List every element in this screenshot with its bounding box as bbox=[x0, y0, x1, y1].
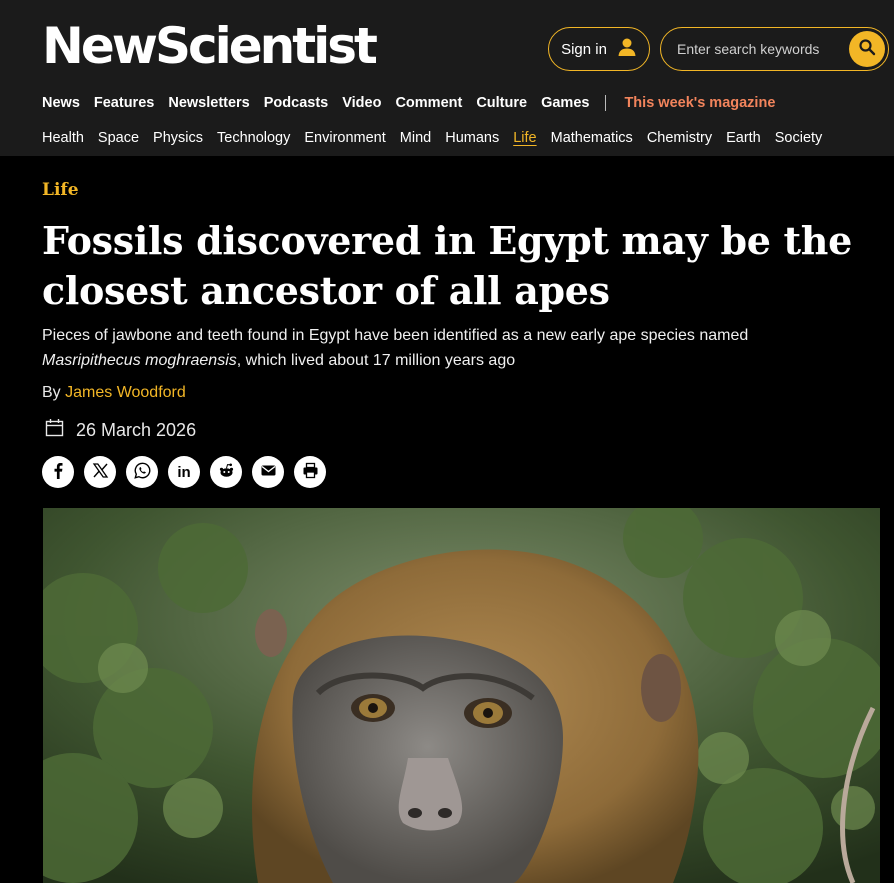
article-standfirst: Pieces of jawbone and teeth found in Egy… bbox=[42, 323, 822, 373]
site-logo[interactable]: NewScientist bbox=[42, 14, 378, 78]
share-email-button[interactable] bbox=[252, 456, 284, 488]
calendar-icon bbox=[45, 418, 64, 442]
share-reddit-button[interactable] bbox=[210, 456, 242, 488]
reddit-icon bbox=[218, 462, 235, 482]
date-text: 26 March 2026 bbox=[76, 419, 197, 440]
nav-news[interactable]: News bbox=[42, 95, 80, 111]
hero-image-ape-illustration bbox=[43, 508, 880, 883]
signin-button[interactable]: Sign in bbox=[548, 27, 650, 71]
nav-features[interactable]: Features bbox=[94, 95, 154, 111]
topic-earth[interactable]: Earth bbox=[726, 130, 761, 146]
topics-nav: Health Space Physics Technology Environm… bbox=[42, 130, 836, 146]
share-x-button[interactable] bbox=[84, 456, 116, 488]
facebook-icon bbox=[50, 462, 67, 482]
publish-date: 26 March 2026 bbox=[45, 418, 196, 442]
print-icon bbox=[302, 462, 319, 482]
topic-humans[interactable]: Humans bbox=[445, 130, 499, 146]
share-facebook-button[interactable] bbox=[42, 456, 74, 488]
byline: By James Woodford bbox=[42, 384, 186, 402]
nav-games[interactable]: Games bbox=[541, 95, 589, 111]
search-icon bbox=[858, 38, 876, 61]
topic-physics[interactable]: Physics bbox=[153, 130, 203, 146]
section-kicker[interactable]: Life bbox=[42, 180, 79, 200]
topic-mind[interactable]: Mind bbox=[400, 130, 431, 146]
share-linkedin-button[interactable]: in bbox=[168, 456, 200, 488]
article-headline: Fossils discovered in Egypt may be the c… bbox=[42, 218, 852, 313]
topic-health[interactable]: Health bbox=[42, 130, 84, 146]
topic-life[interactable]: Life bbox=[513, 130, 536, 146]
search-box bbox=[660, 27, 889, 71]
primary-nav: News Features Newsletters Podcasts Video… bbox=[42, 95, 775, 111]
nav-newsletters[interactable]: Newsletters bbox=[168, 95, 249, 111]
site-header: NewScientist Sign in News Features Newsl… bbox=[0, 0, 894, 156]
topic-mathematics[interactable]: Mathematics bbox=[551, 130, 633, 146]
search-input[interactable] bbox=[677, 41, 842, 57]
x-icon bbox=[92, 462, 109, 482]
topic-chemistry[interactable]: Chemistry bbox=[647, 130, 712, 146]
share-whatsapp-button[interactable] bbox=[126, 456, 158, 488]
linkedin-icon: in bbox=[177, 463, 191, 481]
nav-culture[interactable]: Culture bbox=[476, 95, 527, 111]
topic-technology[interactable]: Technology bbox=[217, 130, 290, 146]
whatsapp-icon bbox=[133, 462, 151, 482]
search-button[interactable] bbox=[849, 31, 885, 67]
nav-podcasts[interactable]: Podcasts bbox=[264, 95, 328, 111]
species-name: Masripithecus moghraensis bbox=[42, 352, 237, 369]
standfirst-text: Pieces of jawbone and teeth found in Egy… bbox=[42, 327, 749, 344]
topic-environment[interactable]: Environment bbox=[304, 130, 385, 146]
nav-video[interactable]: Video bbox=[342, 95, 381, 111]
nav-divider bbox=[605, 95, 607, 111]
author-link[interactable]: James Woodford bbox=[65, 384, 186, 401]
nav-comment[interactable]: Comment bbox=[395, 95, 462, 111]
signin-label: Sign in bbox=[561, 40, 607, 58]
share-bar: in bbox=[42, 456, 326, 488]
topic-society[interactable]: Society bbox=[775, 130, 823, 146]
nav-this-weeks-magazine[interactable]: This week's magazine bbox=[624, 95, 775, 111]
share-print-button[interactable] bbox=[294, 456, 326, 488]
email-icon bbox=[260, 462, 277, 482]
standfirst-text-end: , which lived about 17 million years ago bbox=[236, 352, 516, 369]
topic-space[interactable]: Space bbox=[98, 130, 139, 146]
byline-prefix: By bbox=[42, 384, 61, 401]
user-icon bbox=[617, 37, 637, 61]
